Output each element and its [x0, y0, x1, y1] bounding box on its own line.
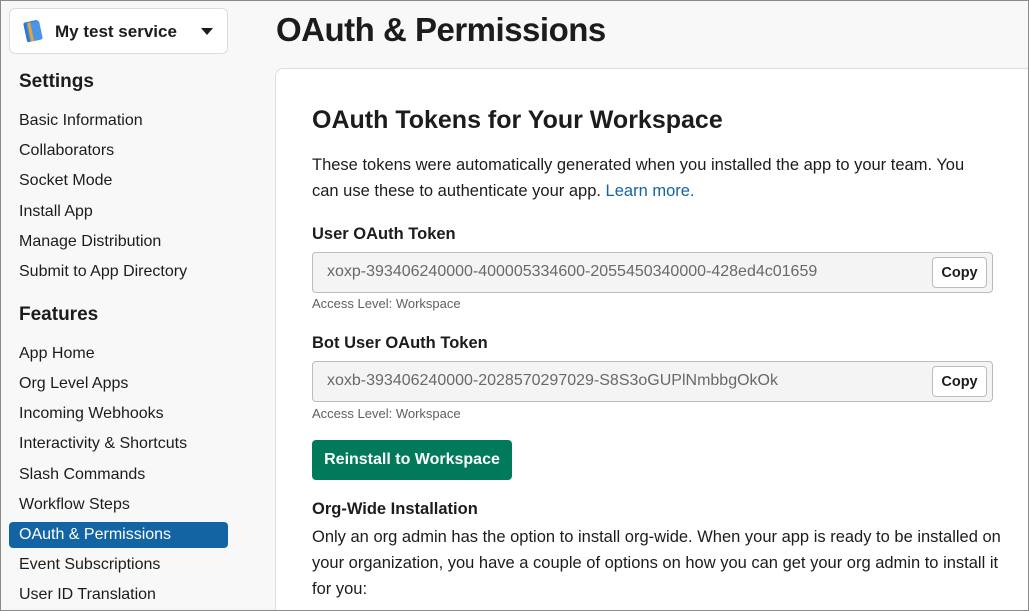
window-frame: My test service Settings Basic Informati… — [0, 0, 1029, 611]
sidebar-item-interactivity-shortcuts[interactable]: Interactivity & Shortcuts — [9, 431, 228, 457]
card-description: These tokens were automatically generate… — [312, 152, 992, 204]
user-token-label: User OAuth Token — [312, 225, 456, 243]
sidebar-item-org-level-apps[interactable]: Org Level Apps — [9, 371, 228, 397]
sidebar-item-workflow-steps[interactable]: Workflow Steps — [9, 492, 228, 518]
app-switcher[interactable]: My test service — [9, 8, 228, 54]
bot-token-value[interactable]: xoxb-393406240000-2028570297029-S8S3oGUP… — [327, 372, 778, 390]
sidebar-item-event-subscriptions[interactable]: Event Subscriptions — [9, 552, 228, 578]
oauth-tokens-card: OAuth Tokens for Your Workspace These to… — [275, 68, 1028, 610]
sidebar-item-basic-information[interactable]: Basic Information — [9, 108, 228, 134]
sidebar-item-slash-commands[interactable]: Slash Commands — [9, 462, 228, 488]
notebook-icon — [23, 20, 43, 43]
copy-user-token-button[interactable]: Copy — [932, 257, 987, 288]
sidebar-item-collaborators[interactable]: Collaborators — [9, 138, 228, 164]
sidebar: My test service Settings Basic Informati… — [1, 1, 241, 610]
sidebar-item-manage-distribution[interactable]: Manage Distribution — [9, 229, 228, 255]
copy-bot-token-button[interactable]: Copy — [932, 366, 987, 397]
page-title: OAuth & Permissions — [276, 11, 606, 48]
features-section-title: Features — [19, 304, 99, 325]
card-title: OAuth Tokens for Your Workspace — [312, 106, 723, 134]
settings-section-title: Settings — [19, 71, 94, 92]
chevron-down-icon[interactable] — [201, 28, 213, 35]
learn-more-link[interactable]: Learn more. — [606, 182, 695, 200]
app-name: My test service — [55, 22, 177, 41]
org-wide-installation-title: Org-Wide Installation — [312, 500, 478, 518]
org-wide-installation-text: Only an org admin has the option to inst… — [312, 528, 1001, 598]
bot-token-label: Bot User OAuth Token — [312, 334, 488, 352]
sidebar-item-incoming-webhooks[interactable]: Incoming Webhooks — [9, 401, 228, 427]
sidebar-item-submit-to-app-directory[interactable]: Submit to App Directory — [9, 259, 228, 285]
bot-token-field[interactable]: xoxb-393406240000-2028570297029-S8S3oGUP… — [312, 361, 993, 402]
user-token-value[interactable]: xoxp-393406240000-400005334600-205545034… — [327, 263, 817, 281]
sidebar-item-socket-mode[interactable]: Socket Mode — [9, 168, 228, 194]
sidebar-item-user-id-translation[interactable]: User ID Translation — [9, 582, 228, 608]
reinstall-to-workspace-button[interactable]: Reinstall to Workspace — [312, 440, 512, 480]
sidebar-item-oauth-permissions[interactable]: OAuth & Permissions — [9, 522, 228, 548]
user-token-field[interactable]: xoxp-393406240000-400005334600-205545034… — [312, 252, 993, 293]
sidebar-item-app-home[interactable]: App Home — [9, 341, 228, 367]
bot-token-access-level: Access Level: Workspace — [312, 406, 461, 421]
sidebar-item-install-app[interactable]: Install App — [9, 199, 228, 225]
user-token-access-level: Access Level: Workspace — [312, 296, 461, 311]
